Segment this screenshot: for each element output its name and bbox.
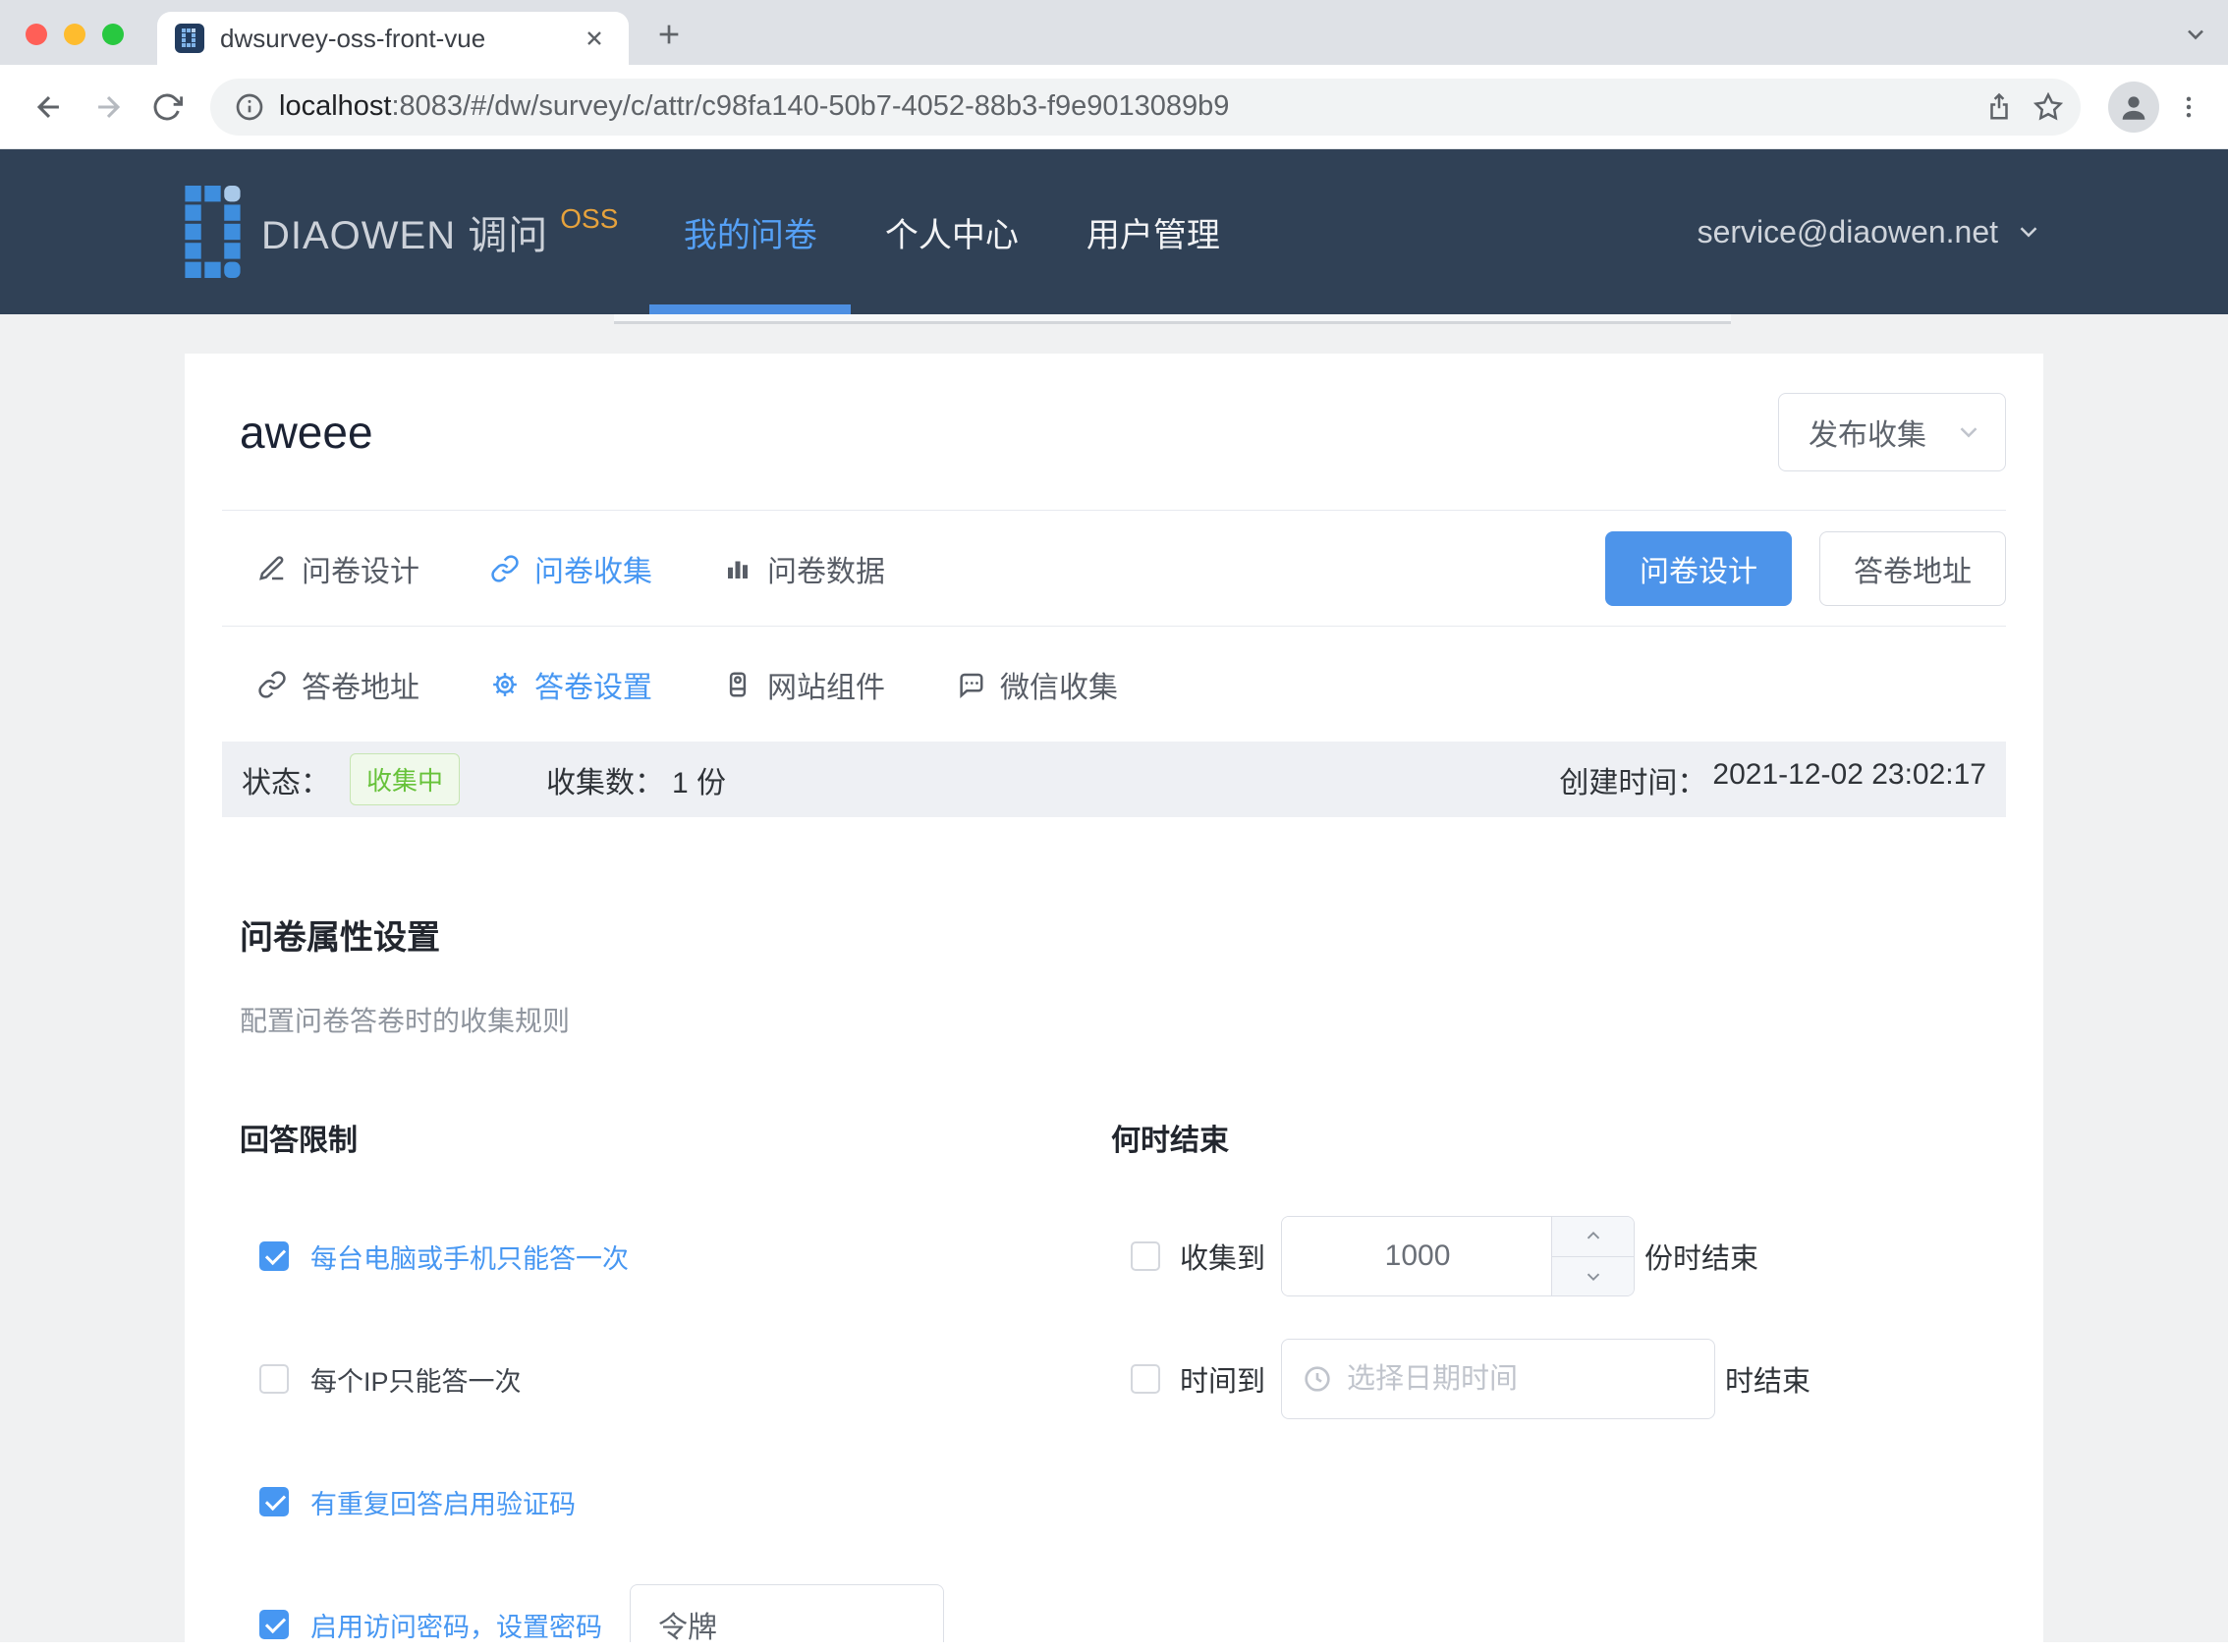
browser-tab-strip: dwsurvey-oss-front-vue [0,0,2228,65]
tab-survey-design[interactable]: 问卷设计 [257,547,419,590]
tab-list-chevron-icon[interactable] [2179,20,2212,49]
link-icon [257,669,289,700]
diaowen-logo [185,186,242,278]
status-badge: 收集中 [350,753,460,805]
address-bar[interactable]: localhost:8083/#/dw/survey/c/attr/c98fa1… [210,79,2081,136]
account-email: service@diaowen.net [1698,214,1998,250]
count-value: 1 份 [672,758,726,801]
checkbox-ip-once[interactable] [259,1364,289,1394]
attrs-heading: 问卷属性设置 [240,910,2006,959]
reload-icon[interactable] [143,83,191,131]
browser-menu-icon[interactable] [2169,83,2208,131]
nav-item-user-management[interactable]: 用户管理 [1052,149,1253,314]
chevron-down-icon [1954,417,1983,447]
page-info-icon[interactable] [230,87,269,127]
gear-icon [490,669,522,700]
subtab-site-widget[interactable]: 网站组件 [723,663,885,706]
checkbox-time-end[interactable] [1131,1364,1160,1394]
survey-title: aweee [240,406,373,459]
chevron-down-icon [2014,217,2043,247]
browser-window: dwsurvey-oss-front-vue localhost:8083/#/… [0,0,2228,1652]
datetime-picker[interactable] [1281,1339,1715,1419]
subtab-wechat-collect[interactable]: 微信收集 [956,663,1118,706]
quantity-input[interactable] [1282,1217,1553,1295]
pencil-icon [257,553,289,584]
site-favicon-icon [175,24,204,53]
app-header: DIAOWEN 调问 OSS 我的问卷 个人中心 用户管理 service@di… [0,149,2228,314]
survey-design-button[interactable]: 问卷设计 [1605,531,1792,606]
account-dropdown[interactable]: service@diaowen.net [1698,214,2043,250]
created-value: 2021-12-02 23:02:17 [1712,758,1986,801]
widget-tag-icon [723,669,754,700]
nav-item-personal-center[interactable]: 个人中心 [851,149,1052,314]
window-close-button[interactable] [26,24,47,45]
tab-close-icon[interactable] [578,22,611,55]
rule-quantity-end: 收集到 [1131,1216,1810,1296]
status-label: 状态： [242,758,330,801]
option-device-once: 每台电脑或手机只能答一次 [259,1216,1111,1296]
main-nav: 我的问卷 个人中心 用户管理 [649,149,1253,314]
window-controls [26,24,124,45]
stepper-up-icon[interactable] [1552,1217,1634,1257]
tab-survey-data[interactable]: 问卷数据 [723,547,885,590]
stepper-down-icon[interactable] [1552,1257,1634,1296]
checkbox-device-once[interactable] [259,1241,289,1271]
subtab-answer-address[interactable]: 答卷地址 [257,663,419,706]
checkbox-password[interactable] [259,1610,289,1639]
option-captcha: 有重复回答启用验证码 [259,1461,1111,1542]
checkbox-captcha[interactable] [259,1487,289,1516]
new-tab-button[interactable] [650,16,688,53]
attrs-description: 配置问卷答卷时的收集规则 [240,1000,2006,1039]
answer-address-button[interactable]: 答卷地址 [1819,531,2006,606]
answer-limit-heading: 回答限制 [240,1116,1111,1159]
nav-item-my-surveys[interactable]: 我的问卷 [649,149,851,314]
bookmark-star-icon[interactable] [2024,83,2073,132]
status-bar: 状态： 收集中 收集数： 1 份 创建时间： 2021-12-02 23:02:… [222,742,2006,817]
header-substrip [0,314,2228,324]
back-icon[interactable] [26,83,73,131]
datetime-input[interactable] [1347,1363,1695,1396]
browser-tab[interactable]: dwsurvey-oss-front-vue [157,12,629,65]
share-icon[interactable] [1975,83,2024,132]
publish-collect-dropdown[interactable]: 发布收集 [1778,393,2006,471]
window-minimize-button[interactable] [64,24,85,45]
forward-icon[interactable] [84,83,132,131]
tab-title: dwsurvey-oss-front-vue [220,24,578,54]
link-icon [490,553,522,584]
option-password: 启用访问密码，设置密码 [259,1584,1111,1642]
checkbox-quantity-end[interactable] [1131,1241,1160,1271]
tab-survey-collect[interactable]: 问卷收集 [490,547,652,590]
end-rules-heading: 何时结束 [1111,1116,1810,1159]
survey-card: aweee 发布收集 问卷设计 [185,354,2043,1642]
created-label: 创建时间： [1559,758,1706,801]
profile-avatar[interactable] [2108,82,2159,133]
rule-time-end: 时间到 时结束 [1131,1339,1810,1419]
window-zoom-button[interactable] [102,24,124,45]
quantity-number-input [1281,1216,1635,1296]
subtab-answer-settings[interactable]: 答卷设置 [490,663,652,706]
brand-name: DIAOWEN 调问 [261,203,548,260]
browser-toolbar: localhost:8083/#/dw/survey/c/attr/c98fa1… [0,65,2228,149]
count-label: 收集数： [546,758,664,801]
page-content: aweee 发布收集 问卷设计 [0,324,2228,1642]
url-text: localhost:8083/#/dw/survey/c/attr/c98fa1… [279,90,1975,123]
bar-chart-icon [723,553,754,584]
option-ip-once: 每个IP只能答一次 [259,1339,1111,1419]
password-input[interactable] [630,1584,944,1642]
oss-badge: OSS [560,203,618,235]
chat-bubble-icon [956,669,987,700]
clock-icon [1302,1363,1333,1395]
